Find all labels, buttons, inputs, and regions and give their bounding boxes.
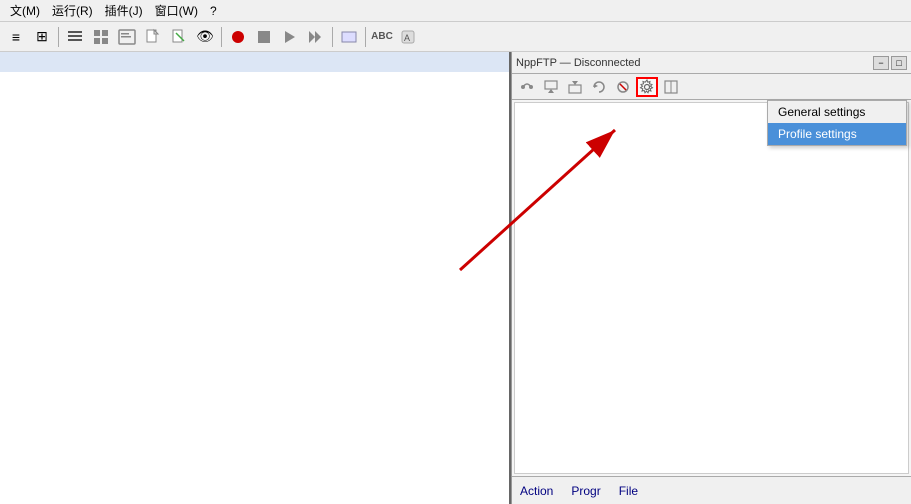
toolbar-icon-stop bbox=[256, 29, 272, 45]
toolbar-icon-macro bbox=[341, 29, 357, 45]
menu-window[interactable]: 窗口(W) bbox=[149, 0, 204, 21]
toolbar-icon-last: A bbox=[400, 29, 416, 45]
editor-panel[interactable] bbox=[0, 52, 511, 504]
ftp-refresh-button[interactable] bbox=[588, 77, 610, 97]
main-layout: NppFTP — Disconnected − □ bbox=[0, 52, 911, 504]
ftp-panel-icon bbox=[663, 79, 679, 95]
toolbar-btn-record[interactable] bbox=[226, 25, 250, 49]
ftp-connect-icon bbox=[519, 79, 535, 95]
main-toolbar: ≡ ⊞ 👁 bbox=[0, 22, 911, 52]
toolbar-btn-5[interactable] bbox=[115, 25, 139, 49]
toolbar-btn-2[interactable]: ⊞ bbox=[30, 25, 54, 49]
gear-icon bbox=[639, 79, 655, 95]
menu-file[interactable]: 文(M) bbox=[4, 0, 46, 21]
ftp-connect-button[interactable] bbox=[516, 77, 538, 97]
ftp-header: NppFTP — Disconnected − □ bbox=[512, 52, 911, 74]
ftp-upload-button[interactable] bbox=[540, 77, 562, 97]
menu-plugins[interactable]: 插件(J) bbox=[99, 0, 149, 21]
toolbar-icon-4 bbox=[92, 28, 110, 46]
toolbar-btn-playall[interactable] bbox=[304, 25, 328, 49]
toolbar-separator-1 bbox=[58, 27, 59, 47]
toolbar-btn-3[interactable] bbox=[63, 25, 87, 49]
ftp-upload-icon bbox=[543, 79, 559, 95]
toolbar-icon-record bbox=[230, 29, 246, 45]
ftp-minimize-button[interactable]: − bbox=[873, 56, 889, 70]
toolbar-btn-play[interactable] bbox=[278, 25, 302, 49]
ftp-tab-action[interactable]: Action bbox=[516, 482, 557, 500]
menu-run[interactable]: 运行(R) bbox=[46, 0, 99, 21]
ftp-disconnect-button[interactable] bbox=[612, 77, 634, 97]
toolbar-btn-last[interactable]: A bbox=[396, 25, 420, 49]
ftp-tab-progr[interactable]: Progr bbox=[567, 482, 604, 500]
ftp-toolbar: General settings Profile settings bbox=[512, 74, 911, 100]
toolbar-btn-7[interactable] bbox=[167, 25, 191, 49]
toolbar-btn-4[interactable] bbox=[89, 25, 113, 49]
svg-text:A: A bbox=[404, 33, 410, 43]
ftp-disconnect-icon bbox=[615, 79, 631, 95]
toolbar-icon-play bbox=[282, 29, 298, 45]
profile-settings-item[interactable]: Profile settings bbox=[768, 123, 906, 145]
ftp-panel: NppFTP — Disconnected − □ bbox=[511, 52, 911, 504]
menu-bar: 文(M) 运行(R) 插件(J) 窗口(W) ? bbox=[0, 0, 911, 22]
toolbar-btn-stop[interactable] bbox=[252, 25, 276, 49]
toolbar-btn-6[interactable] bbox=[141, 25, 165, 49]
toolbar-icon-playall bbox=[308, 29, 324, 45]
ftp-panel-toggle-button[interactable] bbox=[660, 77, 682, 97]
toolbar-btn-macro[interactable] bbox=[337, 25, 361, 49]
ftp-refresh-icon bbox=[591, 79, 607, 95]
toolbar-icon-5 bbox=[118, 28, 136, 46]
toolbar-btn-8[interactable]: 👁 bbox=[193, 25, 217, 49]
toolbar-separator-2 bbox=[221, 27, 222, 47]
ftp-tab-file[interactable]: File bbox=[615, 482, 642, 500]
toolbar-btn-abc[interactable]: ABC bbox=[370, 25, 394, 49]
ftp-maximize-button[interactable]: □ bbox=[891, 56, 907, 70]
editor-highlight-line bbox=[0, 52, 509, 72]
ftp-title: NppFTP — Disconnected bbox=[516, 57, 641, 69]
ftp-settings-button[interactable] bbox=[636, 77, 658, 97]
toolbar-icon-7 bbox=[170, 28, 188, 46]
toolbar-separator-4 bbox=[365, 27, 366, 47]
settings-dropdown: General settings Profile settings bbox=[767, 100, 907, 146]
toolbar-separator-3 bbox=[332, 27, 333, 47]
toolbar-icon-6 bbox=[144, 28, 162, 46]
ftp-download-icon bbox=[567, 79, 583, 95]
ftp-download-button[interactable] bbox=[564, 77, 586, 97]
ftp-window-buttons: − □ bbox=[873, 56, 907, 70]
ftp-bottom-bar: Action Progr File bbox=[512, 476, 911, 504]
toolbar-btn-1[interactable]: ≡ bbox=[4, 25, 28, 49]
ftp-content-area[interactable] bbox=[514, 102, 909, 474]
general-settings-item[interactable]: General settings bbox=[768, 101, 906, 123]
menu-help[interactable]: ? bbox=[204, 2, 223, 20]
toolbar-icon-3 bbox=[66, 28, 84, 46]
